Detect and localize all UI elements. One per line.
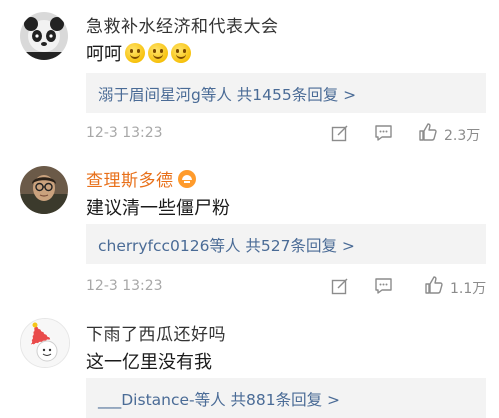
comment-item: 下雨了西瓜还好吗 这一亿里没有我 ___Distance-等人 共881条回复 … — [0, 0, 499, 418]
reply-summary-text: ___Distance-等人 共881条回复 > — [98, 391, 341, 409]
comment-text: 这一亿里没有我 — [86, 352, 212, 373]
username[interactable]: 下雨了西瓜还好吗 — [86, 320, 226, 345]
reply-summary[interactable]: ___Distance-等人 共881条回复 > — [86, 378, 486, 418]
avatar[interactable] — [20, 318, 70, 368]
